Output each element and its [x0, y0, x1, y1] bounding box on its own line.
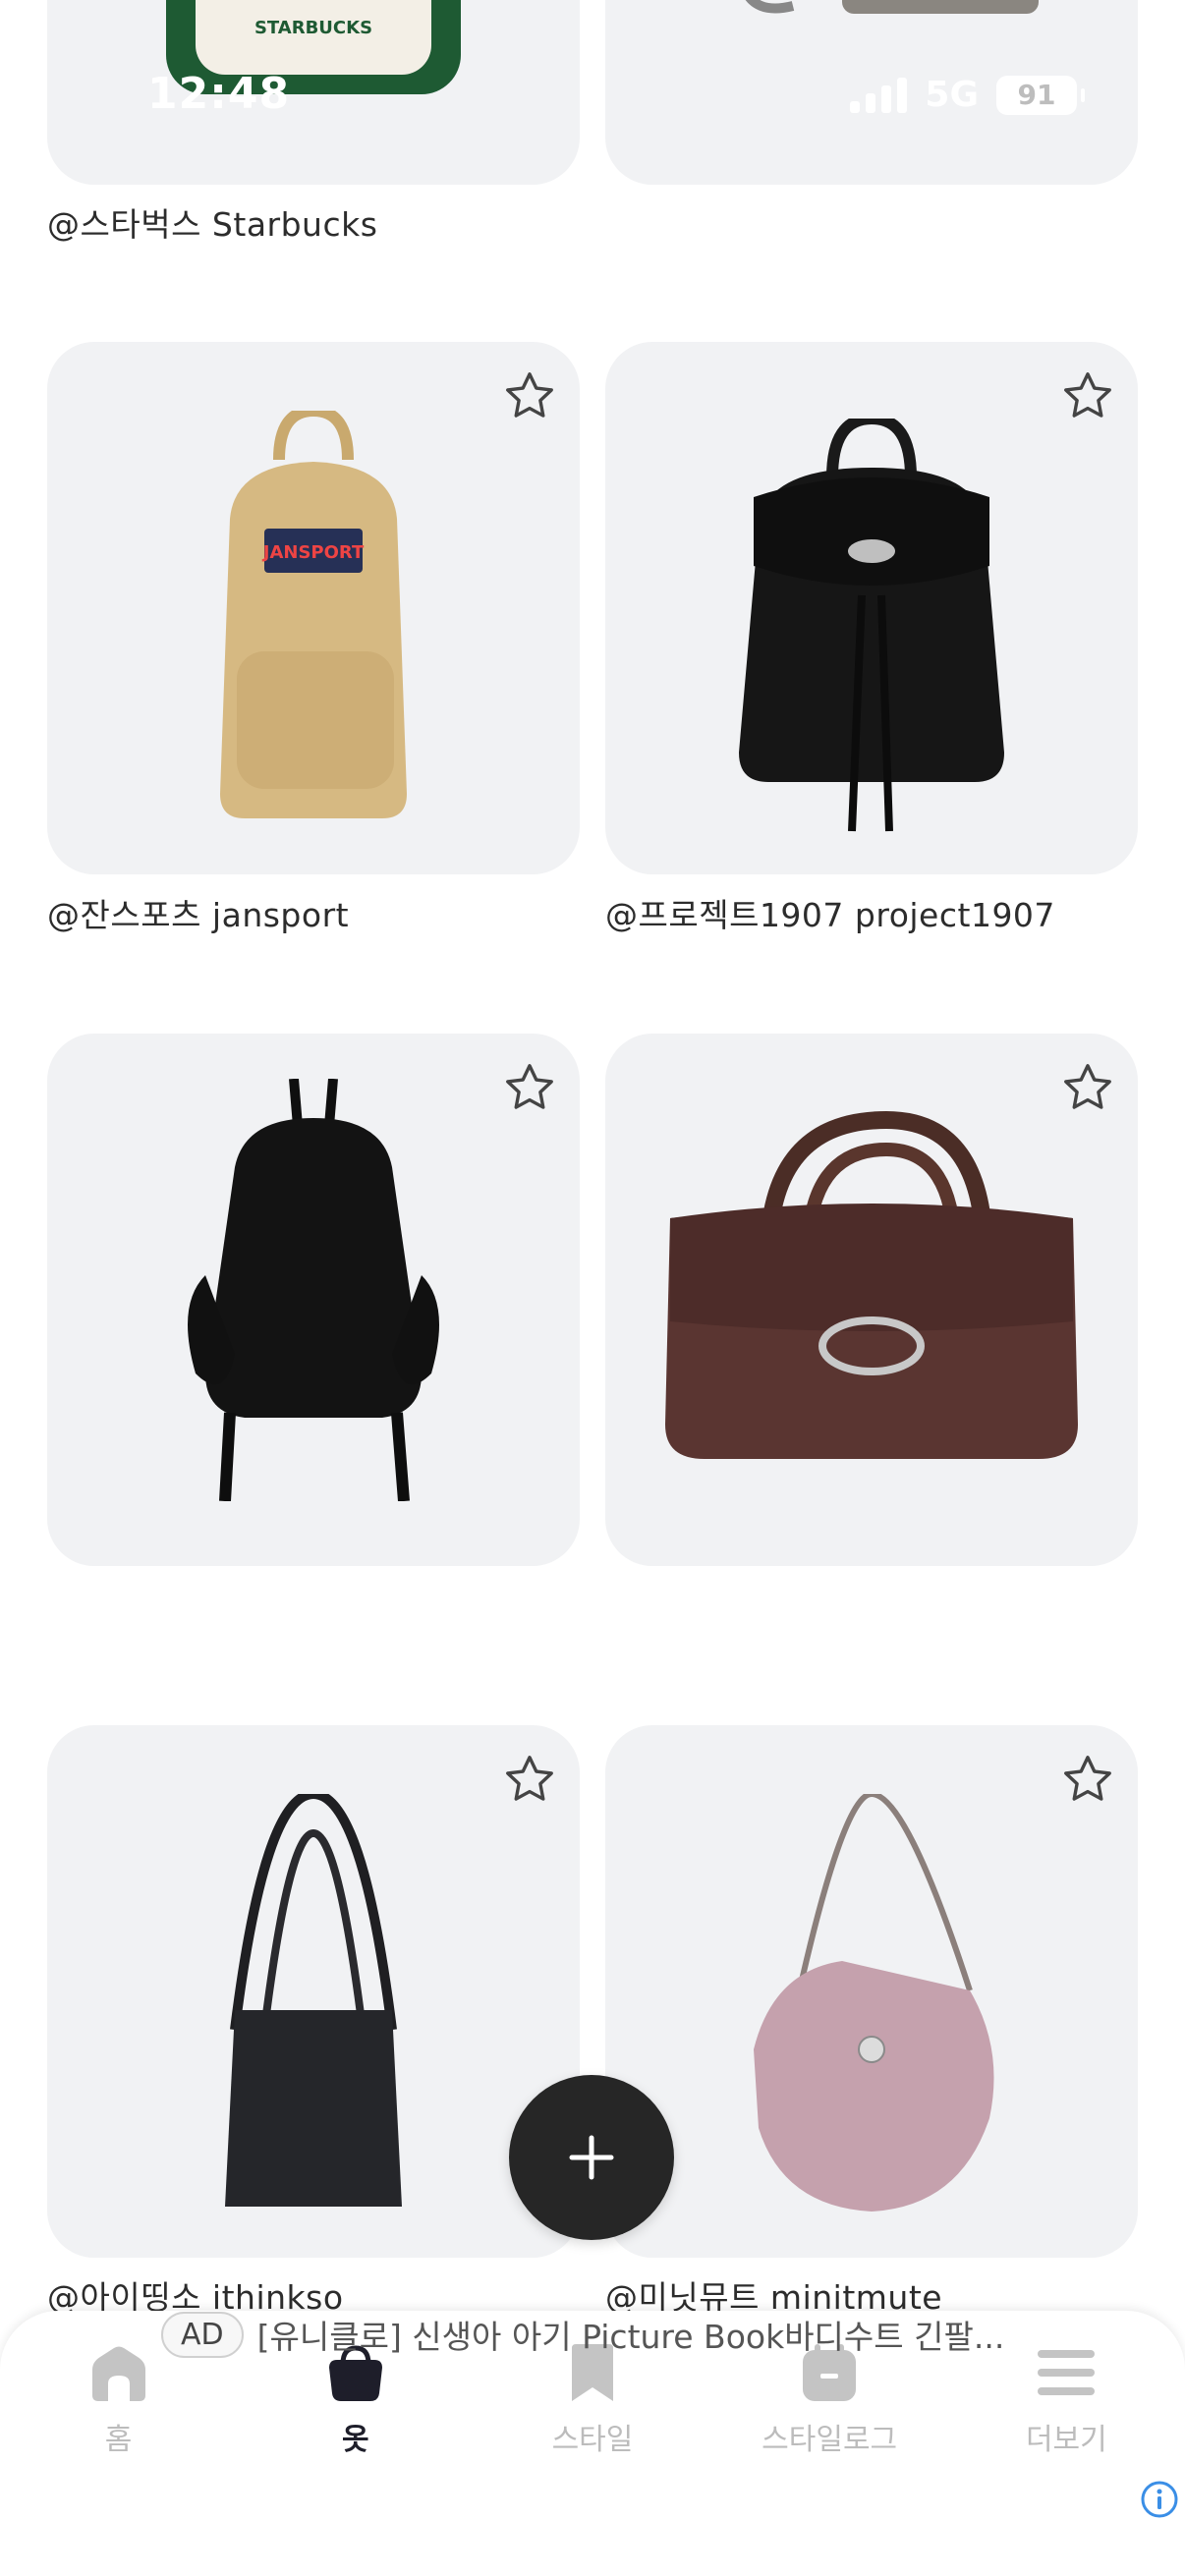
nav-label: 옷 [341, 2423, 369, 2457]
nav-item-home[interactable]: 홈 [0, 2340, 237, 2458]
product-image: JANSPORT [220, 411, 407, 818]
menu-icon [1038, 2350, 1096, 2395]
star-icon[interactable] [1059, 367, 1116, 424]
battery-icon: 91 [996, 75, 1085, 115]
nav-item-style[interactable]: 스타일 [474, 2340, 710, 2458]
nav-label: 스타일로그 [762, 2423, 898, 2457]
product-card[interactable]: STARBUCKS [47, 0, 580, 185]
product-image [754, 1794, 994, 2212]
product-image [225, 1794, 402, 2207]
info-icon[interactable] [1140, 2480, 1179, 2519]
nav-label: 홈 [104, 2423, 133, 2457]
product-caption[interactable]: @잔스포츠 jansport [47, 889, 349, 936]
product-image [188, 1079, 439, 1501]
product-caption[interactable]: @프로젝트1907 project1907 [605, 889, 1055, 936]
plus-icon [569, 2135, 614, 2180]
product-card[interactable] [605, 1034, 1138, 1566]
product-image [739, 419, 1004, 832]
product-image [665, 1110, 1078, 1459]
product-card[interactable] [47, 1034, 580, 1566]
battery-level: 91 [1017, 79, 1056, 111]
product-image [745, 0, 1039, 14]
product-card[interactable] [605, 342, 1138, 874]
star-icon[interactable] [501, 1059, 558, 1116]
product-card[interactable] [47, 1725, 580, 2258]
home-icon [91, 2346, 145, 2401]
nav-item-clothes[interactable]: 옷 [237, 2340, 474, 2458]
add-item-button[interactable] [509, 2075, 674, 2240]
svg-text:STARBUCKS: STARBUCKS [254, 18, 372, 38]
nav-item-more[interactable]: 더보기 [948, 2340, 1185, 2458]
nav-item-stylelog[interactable]: 스타일로그 [711, 2340, 948, 2458]
product-card[interactable] [605, 1725, 1138, 2258]
star-icon[interactable] [501, 367, 558, 424]
network-label: 5G [925, 75, 979, 115]
nav-label: 더보기 [1025, 2423, 1107, 2457]
status-time: 12:48 [147, 69, 291, 119]
star-icon[interactable] [501, 1751, 558, 1808]
ad-badge: AD [161, 2311, 244, 2358]
signal-icon [850, 77, 908, 113]
product-caption[interactable]: @스타벅스 Starbucks [47, 198, 377, 246]
svg-text:JANSPORT: JANSPORT [261, 542, 365, 563]
status-indicators: 5G 91 [850, 75, 1085, 115]
nav-label: 스타일 [551, 2423, 634, 2457]
product-card[interactable]: JANSPORT [47, 342, 580, 874]
star-icon[interactable] [1059, 1751, 1116, 1808]
ad-text[interactable]: [유니클로] 신생아 아기 Picture Book바디수트 긴팔... [257, 2311, 1005, 2358]
